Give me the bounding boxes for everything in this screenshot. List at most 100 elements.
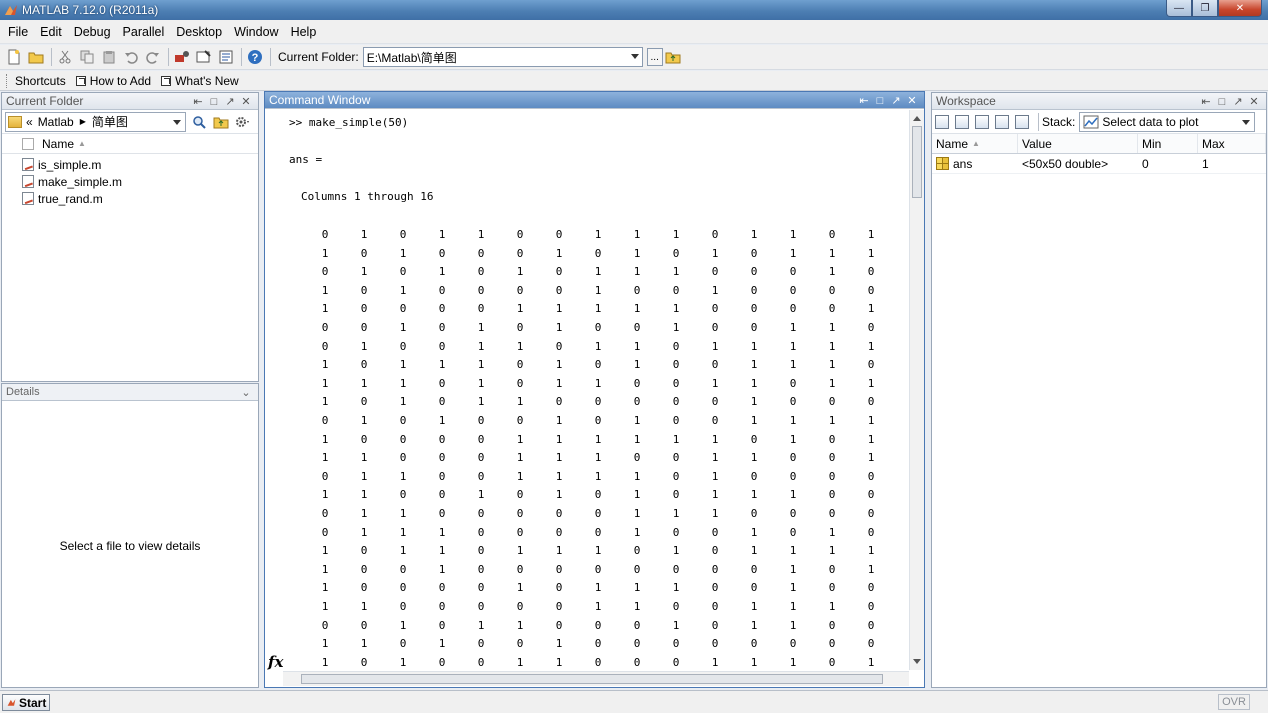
gear-icon[interactable] [233, 112, 253, 132]
toolbar-separator [270, 48, 271, 66]
menu-file[interactable]: File [2, 20, 34, 44]
close-panel-icon[interactable]: ✕ [238, 95, 254, 108]
chevron-down-icon[interactable] [1242, 119, 1251, 125]
list-item[interactable]: is_simple.m [2, 156, 258, 173]
matrix-cell: 0 [438, 451, 446, 465]
matrix-cell: 0 [516, 228, 524, 241]
file-list-header[interactable]: Name ▲ [2, 134, 258, 154]
matrix-cell: 0 [828, 637, 836, 651]
whats-new-link[interactable]: What's New [161, 74, 239, 88]
list-item[interactable]: true_rand.m [2, 190, 258, 207]
start-button[interactable]: Start [2, 694, 50, 711]
matrix-cell: 1 [438, 414, 446, 427]
matrix-cell: 1 [828, 414, 836, 427]
matrix-cell: 1 [750, 525, 758, 539]
menu-parallel[interactable]: Parallel [117, 20, 171, 44]
function-browser-icon[interactable]: fx [268, 653, 283, 671]
maximize-panel-icon[interactable]: □ [1214, 96, 1230, 108]
up-folder-icon[interactable] [211, 112, 231, 132]
dock-arrow-icon[interactable]: ↗ [1230, 95, 1246, 108]
new-file-icon[interactable] [4, 47, 24, 67]
maximize-button[interactable]: ❐ [1192, 0, 1218, 17]
simulink-icon[interactable] [172, 47, 192, 67]
chevron-down-icon[interactable] [630, 54, 639, 59]
guide-icon[interactable] [194, 47, 214, 67]
parent-folder-icon[interactable] [663, 47, 683, 67]
matrix-cell: 1 [438, 562, 446, 576]
save-workspace-icon[interactable] [995, 114, 1009, 129]
profiler-icon[interactable] [216, 47, 236, 67]
m-file-icon [22, 175, 34, 188]
maximize-panel-icon[interactable]: □ [206, 96, 222, 108]
open-folder-icon[interactable] [26, 47, 46, 67]
dock-arrow-icon[interactable]: ↗ [888, 94, 904, 107]
how-to-add-link[interactable]: How to Add [75, 74, 151, 88]
plot-selector[interactable]: Select data to plot [1079, 111, 1256, 132]
matrix-cell: 1 [360, 637, 368, 651]
scroll-down-icon[interactable] [913, 659, 921, 664]
close-panel-icon[interactable]: ✕ [904, 94, 920, 107]
close-button[interactable]: ✕ [1218, 0, 1262, 17]
paste-icon[interactable] [99, 47, 119, 67]
menu-debug[interactable]: Debug [68, 20, 117, 44]
scroll-thumb[interactable] [301, 674, 883, 684]
import-data-icon[interactable] [975, 114, 989, 129]
toolbar-grip[interactable] [6, 73, 9, 88]
chevron-down-icon[interactable] [173, 119, 181, 125]
folder-path-combo[interactable]: « Matlab ▶ 简单图 [5, 111, 186, 132]
current-folder-combo[interactable]: E:\Matlab\简单图 [362, 47, 643, 67]
matrix-cell: 1 [399, 395, 407, 409]
column-header-value[interactable]: Value [1018, 134, 1138, 153]
search-icon[interactable] [189, 112, 209, 132]
copy-icon[interactable] [77, 47, 97, 67]
shortcuts-button[interactable]: Shortcuts [15, 74, 66, 88]
matrix-cell: 1 [789, 581, 797, 595]
menu-desktop[interactable]: Desktop [170, 20, 228, 44]
command-output[interactable]: >> make_simple(50) ans = Columns 1 throu… [265, 110, 909, 670]
delete-variable-icon[interactable] [1015, 114, 1029, 129]
undock-icon[interactable]: ⇤ [856, 94, 872, 107]
menu-help[interactable]: Help [285, 20, 323, 44]
undock-icon[interactable]: ⇤ [1198, 95, 1214, 108]
breadcrumb-matlab[interactable]: Matlab [38, 115, 74, 129]
minimize-button[interactable]: — [1166, 0, 1192, 17]
cut-icon[interactable] [55, 47, 75, 67]
column-header-max[interactable]: Max [1198, 134, 1266, 153]
details-header[interactable]: Details ⌄ [2, 384, 258, 401]
column-header-name[interactable]: Name ▲ [932, 134, 1018, 153]
matrix-cell: 0 [438, 376, 446, 390]
matrix-cell: 1 [594, 600, 602, 613]
vertical-scrollbar[interactable] [909, 110, 924, 670]
matrix-cell: 1 [672, 265, 680, 279]
help-icon[interactable]: ? [245, 47, 265, 67]
redo-icon[interactable] [143, 47, 163, 67]
table-row[interactable]: ans <50x50 double> 0 1 [932, 154, 1266, 174]
matrix-cell: 0 [477, 507, 485, 520]
horizontal-scrollbar[interactable] [283, 671, 909, 686]
open-variable-icon[interactable] [955, 114, 969, 129]
menu-window[interactable]: Window [228, 20, 284, 44]
matrix-row: 0 0 1 0 1 0 1 0 0 1 0 0 1 1 0 [265, 321, 909, 339]
matrix-cell: 0 [438, 339, 446, 353]
maximize-panel-icon[interactable]: □ [872, 95, 888, 107]
close-panel-icon[interactable]: ✕ [1246, 95, 1262, 108]
dock-arrow-icon[interactable]: ↗ [222, 95, 238, 108]
scroll-thumb[interactable] [912, 126, 922, 198]
undo-icon[interactable] [121, 47, 141, 67]
matrix-cell: 0 [750, 469, 758, 483]
list-item[interactable]: make_simple.m [2, 173, 258, 190]
browse-folder-button[interactable]: ... [646, 48, 663, 66]
matrix-cell: 0 [828, 469, 836, 483]
matlab-logo-icon [5, 5, 17, 15]
matrix-cell: 0 [360, 562, 368, 576]
undock-icon[interactable]: ⇤ [190, 95, 206, 108]
menu-edit[interactable]: Edit [34, 20, 68, 44]
panel-controls: ⇤ □ ↗ ✕ [856, 92, 920, 109]
column-name-header[interactable]: Name [42, 137, 74, 151]
chevron-down-icon[interactable]: ⌄ [238, 386, 254, 399]
new-variable-icon[interactable] [935, 114, 949, 129]
breadcrumb-folder[interactable]: 简单图 [92, 113, 128, 130]
scroll-up-icon[interactable] [913, 116, 921, 121]
matrix-cell: 0 [750, 432, 758, 446]
column-header-min[interactable]: Min [1138, 134, 1198, 153]
